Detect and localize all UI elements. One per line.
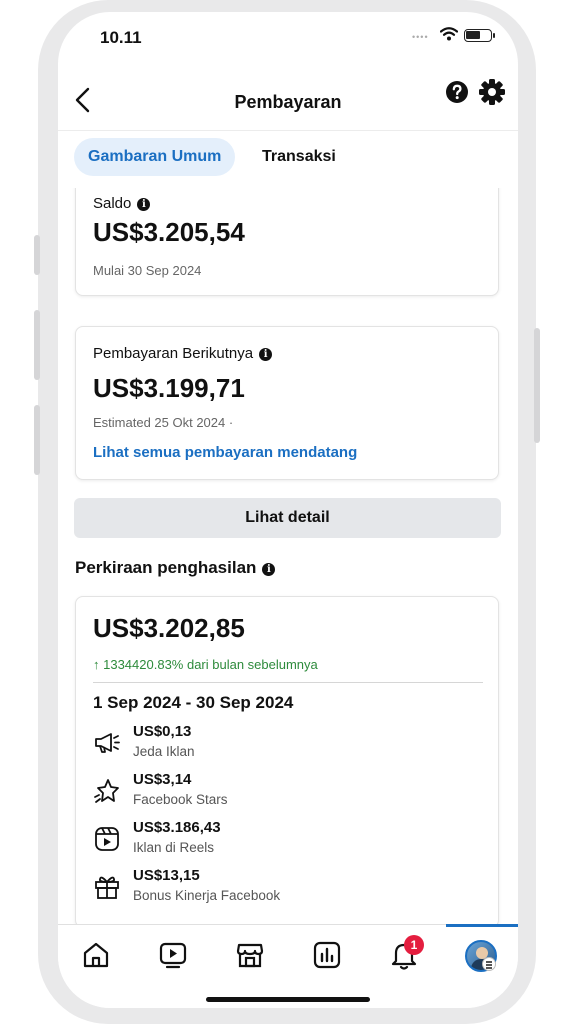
next-payment-card: Pembayaran Berikutnya i US$3.199,71 Estim… [75,326,499,480]
star-icon [94,779,119,803]
gear-icon[interactable] [478,78,506,106]
growth-indicator: ↑ 1334420.83% dari bulan sebelumnya [93,657,318,672]
estimated-earnings-amount: US$3.202,85 [93,613,245,643]
earning-source: Iklan di Reels [133,840,215,855]
tab-overview[interactable]: Gambaran Umum [74,138,236,176]
status-bar: 10.11 •••• [58,12,518,62]
see-detail-button[interactable]: Lihat detail [74,498,501,538]
video-icon[interactable] [157,939,189,971]
balance-label: Saldo [93,195,132,212]
next-payment-label-row: Pembayaran Berikutnya i [93,345,273,362]
info-icon[interactable]: i [262,563,276,576]
gift-icon [95,876,119,899]
earning-source: Jeda Iklan [133,744,195,759]
tab-bar: Gambaran Umum Transaksi [58,130,518,188]
earning-amount: US$3.186,43 [133,819,221,836]
next-payment-estimated: Estimated 25 Okt 2024 · [93,415,234,430]
divider [93,682,483,683]
upcoming-payments-link[interactable]: Lihat semua pembayaran mendatang [93,444,357,461]
home-icon[interactable] [80,939,112,971]
notification-badge: 1 [404,935,424,955]
info-icon[interactable]: i [259,348,273,361]
balance-since: Mulai 30 Sep 2024 [93,263,202,278]
estimated-earnings-title-row: Perkiraan penghasilan i [75,558,276,578]
bottom-nav: 1 [58,924,518,1008]
battery-icon [464,29,492,42]
earning-amount: US$0,13 [133,723,192,740]
dashboard-icon[interactable] [311,939,343,971]
earning-item-performance-bonus[interactable]: US$13,15 Bonus Kinerja Facebook [93,867,483,911]
phone-side-button [34,310,40,380]
balance-card: Saldo i US$3.205,54 Mulai 30 Sep 2024 [75,188,499,296]
signal-icon: •••• [412,32,429,42]
main-content[interactable]: Saldo i US$3.205,54 Mulai 30 Sep 2024 Pem… [58,188,518,930]
earning-item-reels[interactable]: US$3.186,43 Iklan di Reels [93,819,483,863]
tab-transactions[interactable]: Transaksi [248,138,350,176]
earning-item-stars[interactable]: US$3,14 Facebook Stars [93,771,483,815]
phone-side-button [34,235,40,275]
next-payment-amount: US$3.199,71 [93,373,245,403]
earning-amount: US$13,15 [133,867,200,884]
status-time: 10.11 [100,28,142,47]
reels-icon [95,827,119,851]
next-payment-label: Pembayaran Berikutnya [93,345,254,362]
earning-source: Bonus Kinerja Facebook [133,888,281,903]
earning-source: Facebook Stars [133,792,228,807]
active-tab-indicator [446,924,518,927]
help-icon[interactable] [445,80,469,104]
earning-item-ad-breaks[interactable]: US$0,13 Jeda Iklan [93,723,483,767]
balance-label-row: Saldo i [93,195,151,212]
phone-side-button [34,405,40,475]
earning-amount: US$3,14 [133,771,192,788]
menu-icon[interactable] [482,957,496,971]
app-screen: 10.11 •••• Pembayaran Gambaran Umum Tran… [58,12,518,1008]
home-indicator [206,997,370,1002]
battery-tip [493,33,495,38]
megaphone-icon [95,733,120,753]
info-icon[interactable]: i [137,198,151,211]
marketplace-icon[interactable] [234,939,266,971]
phone-side-button [534,328,540,443]
wifi-icon [440,27,458,41]
estimated-earnings-card: US$3.202,85 ↑ 1334420.83% dari bulan seb… [75,596,499,928]
earnings-period: 1 Sep 2024 - 30 Sep 2024 [93,693,294,712]
estimated-earnings-title: Perkiraan penghasilan [75,558,257,577]
balance-amount: US$3.205,54 [93,217,245,247]
